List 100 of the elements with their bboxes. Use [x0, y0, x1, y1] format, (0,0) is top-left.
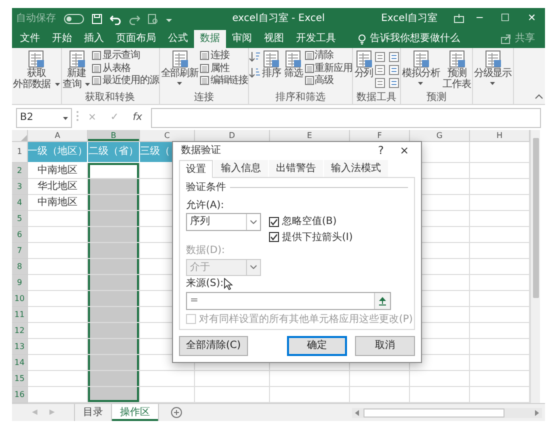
ribbon-button[interactable]: 高级 [304, 75, 352, 86]
dialog-tab[interactable]: 输入法模式 [324, 160, 388, 177]
ribbon-button[interactable]: 筛选 [282, 50, 304, 79]
save-icon[interactable] [92, 14, 102, 24]
insert-function-button[interactable]: fx [128, 108, 148, 128]
ribbon-button[interactable]: 清除 [304, 50, 352, 62]
ribbon-button[interactable]: 从表格 [92, 62, 159, 74]
ribbon-button[interactable]: 排序 [261, 50, 282, 79]
ribbon-button[interactable]: 分级显示 [472, 50, 513, 85]
ribbon-tab[interactable]: 插入 [78, 30, 110, 48]
table-cell[interactable] [88, 259, 140, 275]
table-cell[interactable] [88, 307, 140, 323]
dialog-tab[interactable]: 设置 [179, 160, 213, 178]
row-header[interactable]: 8 [12, 259, 28, 275]
sort-icon[interactable] [249, 52, 260, 62]
ribbon-tab[interactable]: 视图 [258, 30, 290, 48]
column-header[interactable]: H [470, 130, 530, 142]
maximize-button[interactable]: ☐ [496, 10, 515, 28]
ribbon-tab[interactable]: 页面布局 [110, 30, 162, 48]
table-cell[interactable] [88, 211, 140, 227]
scrollbar-thumb[interactable] [533, 138, 539, 298]
table-cell[interactable]: 中南地区 [28, 163, 88, 179]
help-button[interactable]: ? [370, 144, 392, 158]
ribbon-tab[interactable]: 开发工具 [290, 30, 342, 48]
column-header[interactable]: E [270, 130, 350, 142]
ribbon-button[interactable]: 预测 工作表 [442, 50, 472, 90]
table-cell[interactable] [88, 355, 140, 371]
minimize-button[interactable]: ─ [472, 10, 488, 28]
ribbon-button[interactable]: 属性 [200, 62, 248, 74]
table-cell[interactable] [140, 371, 195, 387]
horizontal-scrollbar[interactable] [352, 408, 542, 418]
table-cell[interactable] [88, 163, 140, 179]
row-header[interactable]: 3 [12, 179, 28, 195]
ribbon-button[interactable]: 新建 查询 [62, 50, 92, 90]
ribbon-options-icon[interactable] [454, 14, 464, 24]
dialog-button[interactable]: 取消 [355, 336, 415, 356]
column-header[interactable]: B [88, 130, 140, 142]
ribbon-button[interactable]: 连接 [200, 50, 248, 62]
row-header[interactable]: 6 [12, 227, 28, 243]
column-header[interactable]: F [350, 130, 410, 142]
checkbox[interactable] [269, 216, 279, 227]
ribbon-button[interactable]: 最近使用的源 [92, 75, 159, 86]
table-cell[interactable] [88, 371, 140, 387]
collapse-ribbon-icon[interactable] [535, 94, 543, 100]
row-header[interactable]: 7 [12, 243, 28, 259]
ribbon-tab[interactable]: 开始 [46, 30, 78, 48]
dropdown-field[interactable]: 序列 [186, 213, 261, 231]
add-sheet-icon[interactable] [170, 407, 182, 418]
ribbon-button[interactable]: 获取 外部数据 [12, 50, 61, 90]
table-cell[interactable] [88, 275, 140, 291]
column-header[interactable]: D [195, 130, 270, 142]
row-header[interactable]: 11 [12, 307, 28, 323]
dialog-button[interactable]: 确定 [287, 336, 347, 356]
tool-icon[interactable] [389, 65, 400, 75]
ribbon-button[interactable]: 编辑链接 [200, 75, 248, 86]
row-header[interactable]: 10 [12, 291, 28, 307]
row-header[interactable]: 5 [12, 211, 28, 227]
undo-icon[interactable] [110, 14, 121, 24]
vertical-scrollbar[interactable] [530, 130, 540, 403]
redo-icon[interactable] [129, 14, 140, 24]
table-cell[interactable] [88, 323, 140, 339]
tool-icon[interactable] [389, 78, 400, 88]
table-cell[interactable] [350, 371, 410, 387]
column-header[interactable]: C [140, 130, 195, 142]
row-header[interactable]: 13 [12, 339, 28, 355]
row-header[interactable]: 15 [12, 371, 28, 387]
column-header[interactable]: G [410, 130, 470, 142]
ribbon-button[interactable]: 重新应用 [304, 62, 352, 74]
dialog-tab[interactable]: 输入信息 [214, 160, 268, 177]
table-cell[interactable] [88, 227, 140, 243]
table-cell[interactable] [88, 339, 140, 355]
row-header[interactable]: 12 [12, 323, 28, 339]
formula-input[interactable] [151, 108, 541, 128]
table-cell[interactable] [88, 387, 140, 403]
sheet-tab[interactable]: 操作区 [112, 404, 159, 421]
column-header[interactable]: A [28, 130, 88, 142]
row-header[interactable]: 1 [12, 142, 28, 163]
ribbon-tab[interactable]: 审阅 [226, 30, 258, 48]
table-cell[interactable] [88, 179, 140, 195]
table-cell[interactable] [88, 291, 140, 307]
ribbon-button[interactable]: 全部刷新 [160, 50, 200, 85]
checkbox[interactable] [269, 232, 279, 242]
ribbon-tab[interactable]: 数据 [194, 30, 226, 48]
table-cell[interactable] [88, 195, 140, 211]
row-header[interactable]: 2 [12, 163, 28, 179]
customize-icon[interactable] [166, 16, 172, 22]
share-icon[interactable] [501, 34, 511, 44]
row-header[interactable]: 9 [12, 275, 28, 291]
ribbon-tab[interactable]: 文件 [14, 30, 46, 48]
ribbon-button[interactable]: 显示查询 [92, 50, 159, 62]
table-cell[interactable] [270, 371, 350, 387]
close-button[interactable]: × [392, 144, 417, 158]
ribbon-tab[interactable]: 公式 [162, 30, 194, 48]
table-cell[interactable] [195, 371, 270, 387]
tool-icon[interactable] [375, 65, 386, 75]
table-cell[interactable] [88, 243, 140, 259]
table-cell[interactable] [410, 371, 470, 387]
name-box[interactable]: B2 [16, 108, 72, 128]
toggle-switch[interactable] [64, 14, 84, 24]
ribbon-button[interactable]: 分列 [353, 50, 374, 79]
